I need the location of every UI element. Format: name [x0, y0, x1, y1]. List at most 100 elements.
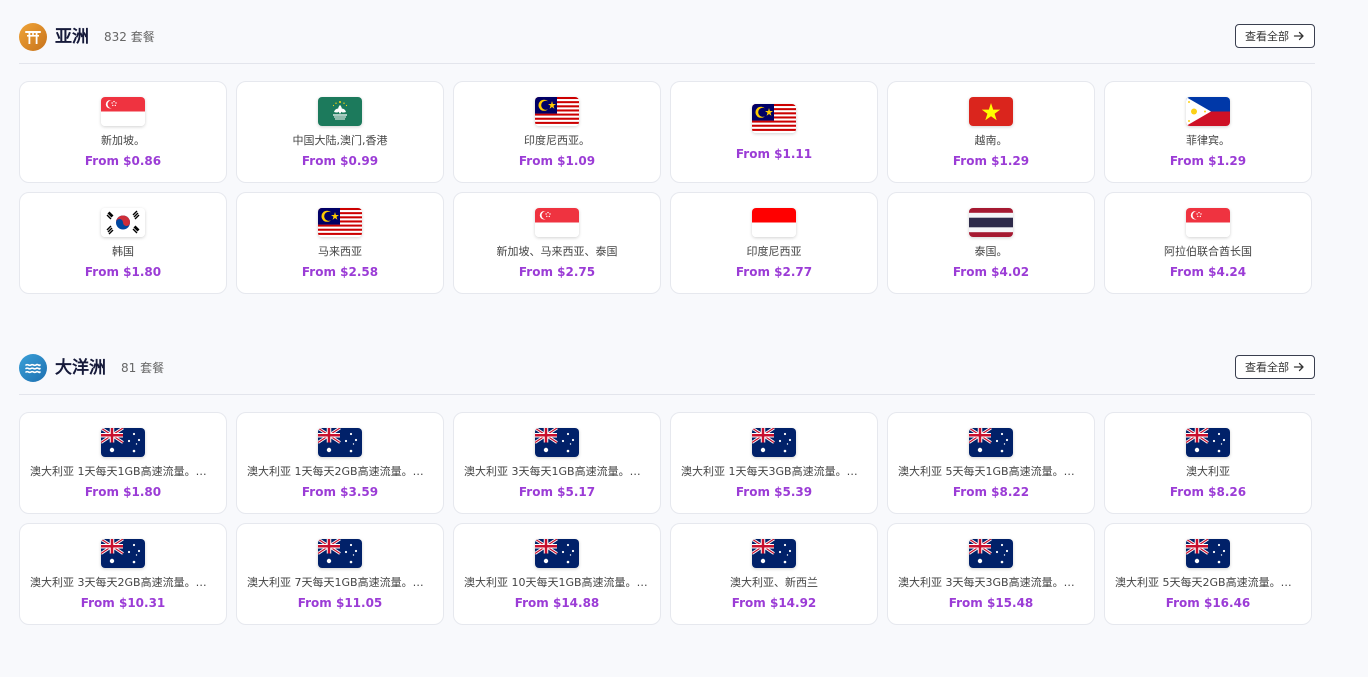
package-count: 81 套餐 — [121, 361, 165, 375]
plan-price: From $4.24 — [1169, 264, 1247, 279]
plan-card[interactable]: From $1.11 — [670, 81, 878, 183]
plan-price: From $1.29 — [952, 153, 1030, 168]
plan-price: From $11.05 — [297, 595, 383, 610]
section-title: 亚洲 — [55, 27, 89, 47]
australia-flag-icon — [101, 427, 145, 457]
plan-card[interactable]: 澳大利亚 10天每天1GB高速流量。覆盖... From $14.88 — [453, 523, 661, 625]
australia-flag-icon — [535, 538, 579, 568]
plan-price: From $16.46 — [1165, 595, 1251, 610]
plan-price: From $14.92 — [731, 595, 817, 610]
plan-price: From $1.09 — [518, 153, 596, 168]
torii-icon — [19, 23, 47, 51]
thailand-flag-icon — [969, 207, 1013, 237]
section-oceania: 大洋洲 81 套餐 查看全部 澳大利亚 1天每天1GB高速流量。覆盖... Fro… — [19, 353, 1315, 625]
plan-card[interactable]: 澳大利亚 7天每天1GB高速流量。覆盖... From $11.05 — [236, 523, 444, 625]
australia-flag-icon — [101, 538, 145, 568]
plan-card[interactable]: 阿拉伯联合酋长国 From $4.24 — [1104, 192, 1312, 294]
divider — [19, 394, 1315, 395]
malaysia-flag-icon — [535, 96, 579, 126]
plan-card[interactable]: 澳大利亚、新西兰 From $14.92 — [670, 523, 878, 625]
australia-flag-icon — [969, 538, 1013, 568]
plan-card[interactable]: 韩国 From $1.80 — [19, 192, 227, 294]
plan-grid: 新加坡。 From $0.86 中国大陆,澳门,香港 From $0.99 印度尼西… — [19, 81, 1315, 294]
plan-price: From $15.48 — [948, 595, 1034, 610]
plan-name: 菲律宾。 — [1186, 133, 1230, 147]
arrow-right-icon — [1293, 31, 1304, 41]
australia-flag-icon — [752, 538, 796, 568]
australia-flag-icon — [1186, 427, 1230, 457]
plan-name: 澳大利亚 5天每天2GB高速流量。覆盖... — [1115, 575, 1301, 589]
plan-name: 阿拉伯联合酋长国 — [1164, 244, 1252, 258]
plan-price: From $3.59 — [301, 484, 379, 499]
australia-flag-icon — [535, 427, 579, 457]
plan-price: From $10.31 — [80, 595, 166, 610]
plan-price: From $5.39 — [735, 484, 813, 499]
arrow-right-icon — [1293, 362, 1304, 372]
plan-name: 马来西亚 — [318, 244, 362, 258]
plan-card[interactable]: 泰国。 From $4.02 — [887, 192, 1095, 294]
plan-name: 新加坡、马来西亚、泰国 — [496, 244, 618, 258]
plan-name: 澳大利亚、新西兰 — [730, 575, 818, 589]
plan-price: From $1.80 — [84, 264, 162, 279]
plan-card[interactable]: 印度尼西亚。 From $1.09 — [453, 81, 661, 183]
plan-name: 印度尼西亚 — [746, 244, 802, 258]
plan-price: From $1.29 — [1169, 153, 1247, 168]
plan-name: 中国大陆,澳门,香港 — [292, 133, 388, 147]
plan-name: 澳大利亚 5天每天1GB高速流量。覆盖... — [898, 464, 1084, 478]
plan-name: 新加坡。 — [101, 133, 145, 147]
plan-card[interactable]: 澳大利亚 From $8.26 — [1104, 412, 1312, 514]
macau-flag-icon — [318, 96, 362, 126]
plan-card[interactable]: 澳大利亚 3天每天1GB高速流量。覆盖... From $5.17 — [453, 412, 661, 514]
waves-icon — [19, 354, 47, 382]
plan-price: From $2.77 — [735, 264, 813, 279]
plan-card[interactable]: 澳大利亚 3天每天2GB高速流量。覆盖... From $10.31 — [19, 523, 227, 625]
plan-price: From $8.26 — [1169, 484, 1247, 499]
plan-card[interactable]: 澳大利亚 5天每天1GB高速流量。覆盖... From $8.22 — [887, 412, 1095, 514]
plan-price: From $2.75 — [518, 264, 596, 279]
plan-price: From $14.88 — [514, 595, 600, 610]
divider — [19, 63, 1315, 64]
plan-card[interactable]: 中国大陆,澳门,香港 From $0.99 — [236, 81, 444, 183]
plan-card[interactable]: 澳大利亚 3天每天3GB高速流量。覆盖... From $15.48 — [887, 523, 1095, 625]
singapore-flag-icon — [101, 96, 145, 126]
singapore-flag-icon — [1186, 207, 1230, 237]
australia-flag-icon — [1186, 538, 1230, 568]
australia-flag-icon — [752, 427, 796, 457]
plan-name: 澳大利亚 3天每天3GB高速流量。覆盖... — [898, 575, 1084, 589]
plan-price: From $4.02 — [952, 264, 1030, 279]
view-all-button[interactable]: 查看全部 — [1235, 355, 1315, 379]
malaysia-flag-icon — [318, 207, 362, 237]
section-asia: 亚洲 832 套餐 查看全部 新加坡。 From $0.86 中国大陆,澳门,香港… — [19, 22, 1315, 294]
australia-flag-icon — [318, 427, 362, 457]
plan-price: From $0.86 — [84, 153, 162, 168]
indonesia-flag-icon — [752, 207, 796, 237]
plan-card[interactable]: 澳大利亚 1天每天2GB高速流量。覆盖... From $3.59 — [236, 412, 444, 514]
australia-flag-icon — [969, 427, 1013, 457]
malaysia-flag-icon — [752, 103, 796, 133]
plan-card[interactable]: 马来西亚 From $2.58 — [236, 192, 444, 294]
package-count: 832 套餐 — [104, 30, 155, 44]
plan-price: From $2.58 — [301, 264, 379, 279]
plan-name: 印度尼西亚。 — [524, 133, 590, 147]
plan-price: From $0.99 — [301, 153, 379, 168]
plan-price: From $5.17 — [518, 484, 596, 499]
view-all-label: 查看全部 — [1245, 361, 1289, 374]
plan-name: 澳大利亚 1天每天3GB高速流量。覆盖... — [681, 464, 867, 478]
view-all-button[interactable]: 查看全部 — [1235, 24, 1315, 48]
korea-flag-icon — [101, 207, 145, 237]
plan-name: 澳大利亚 3天每天2GB高速流量。覆盖... — [30, 575, 216, 589]
plan-name: 澳大利亚 1天每天2GB高速流量。覆盖... — [247, 464, 433, 478]
plan-name: 澳大利亚 10天每天1GB高速流量。覆盖... — [464, 575, 650, 589]
plan-card[interactable]: 菲律宾。 From $1.29 — [1104, 81, 1312, 183]
plan-card[interactable]: 新加坡、马来西亚、泰国 From $2.75 — [453, 192, 661, 294]
plan-card[interactable]: 印度尼西亚 From $2.77 — [670, 192, 878, 294]
plan-card[interactable]: 新加坡。 From $0.86 — [19, 81, 227, 183]
plan-card[interactable]: 越南。 From $1.29 — [887, 81, 1095, 183]
plan-name: 澳大利亚 — [1186, 464, 1230, 478]
plan-card[interactable]: 澳大利亚 1天每天1GB高速流量。覆盖... From $1.80 — [19, 412, 227, 514]
plan-price: From $1.11 — [735, 146, 813, 161]
plan-card[interactable]: 澳大利亚 5天每天2GB高速流量。覆盖... From $16.46 — [1104, 523, 1312, 625]
plan-grid: 澳大利亚 1天每天1GB高速流量。覆盖... From $1.80 澳大利亚 1天… — [19, 412, 1315, 625]
singapore-flag-icon — [535, 207, 579, 237]
plan-card[interactable]: 澳大利亚 1天每天3GB高速流量。覆盖... From $5.39 — [670, 412, 878, 514]
